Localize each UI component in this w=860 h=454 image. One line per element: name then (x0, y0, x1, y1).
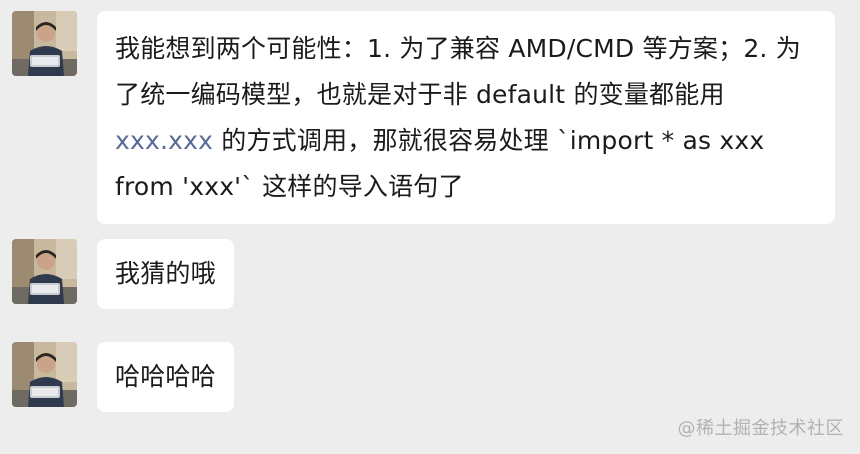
message-text: 哈哈哈哈 (115, 362, 216, 391)
avatar-photo-icon (12, 11, 77, 76)
message-bubble[interactable]: 哈哈哈哈 (97, 342, 234, 412)
avatar-photo-icon (12, 239, 77, 304)
message-text: 我猜的哦 (115, 259, 216, 288)
message-link[interactable]: xxx.xxx (115, 126, 213, 155)
avatar[interactable] (12, 239, 77, 304)
avatar[interactable] (12, 11, 77, 76)
watermark: @稀土掘金技术社区 (677, 418, 844, 439)
message-bubble[interactable]: 我能想到两个可能性：1. 为了兼容 AMD/CMD 等方案；2. 为了统一编码模… (97, 11, 835, 224)
message-bubble[interactable]: 我猜的哦 (97, 239, 234, 309)
avatar-photo-icon (12, 342, 77, 407)
message-text: 的方式调用，那就很容易处理 `import * as xxx from 'xxx… (115, 126, 765, 201)
message-text: 我能想到两个可能性：1. 为了兼容 AMD/CMD 等方案；2. 为了统一编码模… (115, 34, 801, 109)
avatar[interactable] (12, 342, 77, 407)
